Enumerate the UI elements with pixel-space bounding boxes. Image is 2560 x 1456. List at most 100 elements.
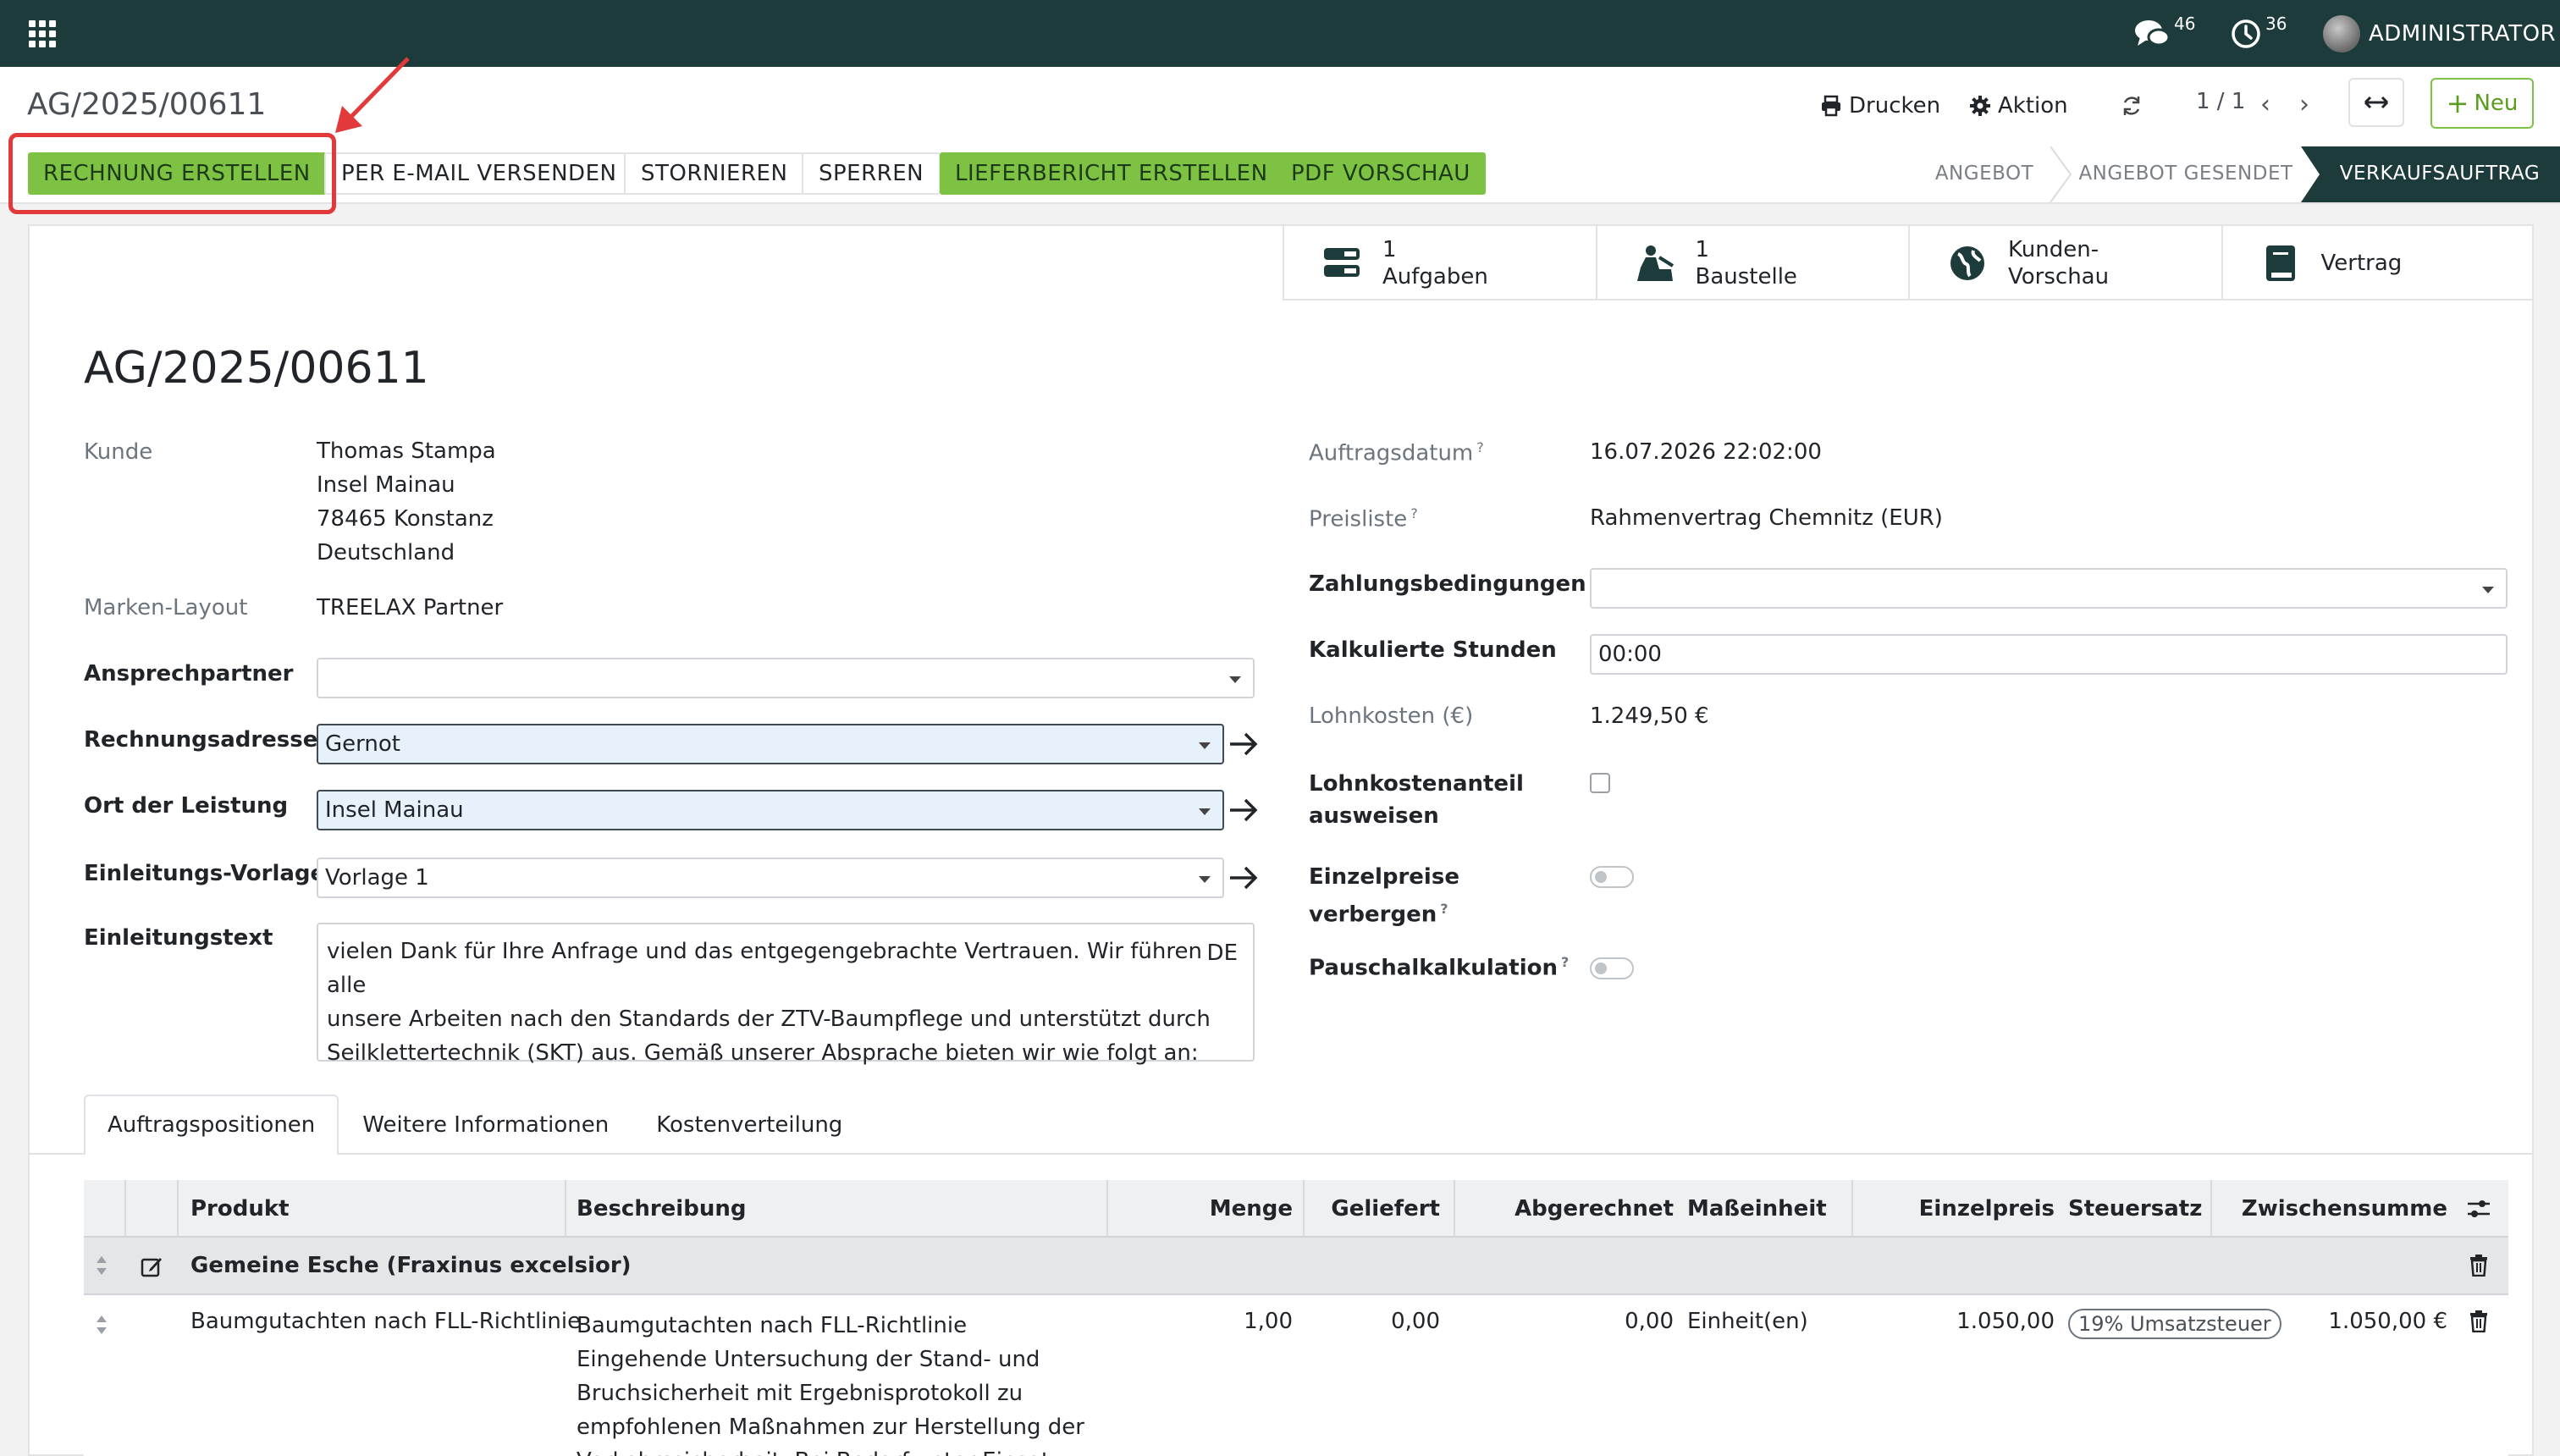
open-record-arrow-icon[interactable] xyxy=(1227,793,1261,827)
stage-sales-order[interactable]: VERKAUFSAUFTRAG xyxy=(2320,146,2560,201)
help-icon[interactable]: ? xyxy=(1476,439,1484,455)
edit-icon[interactable] xyxy=(140,1255,163,1278)
open-record-arrow-icon[interactable] xyxy=(1227,727,1261,761)
messages-button[interactable]: 46 xyxy=(2133,14,2195,54)
page-title: AG/2025/00611 xyxy=(84,343,429,394)
activities-button[interactable]: 36 xyxy=(2230,14,2287,54)
refresh-icon xyxy=(2123,97,2140,115)
contact-field[interactable] xyxy=(317,658,1255,698)
cancel-order-button[interactable]: STORNIEREN xyxy=(624,152,805,195)
expand-view-button[interactable] xyxy=(2348,78,2404,127)
row-description[interactable]: Baumgutachten nach FLL-Richtlinie Eingeh… xyxy=(577,1309,1101,1456)
globe-icon xyxy=(1945,241,1989,285)
apps-menu-icon[interactable] xyxy=(29,20,56,47)
column-invoiced[interactable]: Abgerechnet xyxy=(1455,1180,1674,1238)
create-delivery-report-button[interactable]: LIEFERBERICHT ERSTELLEN xyxy=(940,152,1283,195)
arrows-horizontal-icon xyxy=(2364,96,2389,109)
trash-icon[interactable] xyxy=(2469,1255,2488,1277)
pager-previous-icon[interactable]: ‹ xyxy=(2248,87,2282,121)
tab-order-lines[interactable]: Auftragspositionen xyxy=(84,1095,339,1155)
pdf-preview-button[interactable]: PDF VORSCHAU xyxy=(1276,152,1486,195)
form-sheet: 1 Aufgaben 1 Baustelle Kunden- Vorschau … xyxy=(28,224,2534,1456)
tasks-icon xyxy=(1320,241,1364,285)
customer-label: Kunde xyxy=(84,439,153,465)
brand-layout-value[interactable]: TREELAX Partner xyxy=(317,595,503,620)
hide-unit-prices-toggle[interactable] xyxy=(1590,866,1634,888)
reload-button[interactable] xyxy=(2120,87,2150,124)
site-smart-button[interactable]: 1 Baustelle xyxy=(1595,226,1909,301)
action-label: Aktion xyxy=(1998,93,2068,119)
user-menu[interactable]: ADMINISTRATOR xyxy=(2323,14,2556,54)
column-subtotal[interactable]: Zwischensumme xyxy=(2212,1180,2447,1238)
language-button[interactable]: DE xyxy=(1207,936,1238,970)
drag-handle-icon[interactable] xyxy=(94,1255,109,1277)
labor-share-checkbox[interactable] xyxy=(1590,773,1610,793)
lock-order-button[interactable]: SPERREN xyxy=(802,152,941,195)
payment-terms-field[interactable] xyxy=(1590,568,2508,609)
column-delivered[interactable]: Geliefert xyxy=(1305,1180,1440,1238)
column-unit-of-measure[interactable]: Maßeinheit xyxy=(1687,1180,1827,1238)
column-tax[interactable]: Steuersatz xyxy=(2068,1180,2202,1238)
row-quantity[interactable]: 1,00 xyxy=(1108,1309,1293,1334)
contact-label: Ansprechpartner xyxy=(84,661,294,687)
help-icon[interactable]: ? xyxy=(1410,505,1418,521)
plus-icon: + xyxy=(2446,87,2469,119)
action-button[interactable]: Aktion xyxy=(1969,87,2068,124)
tab-other-info[interactable]: Weitere Informationen xyxy=(339,1095,632,1155)
pricelist-value[interactable]: Rahmenvertrag Chemnitz (EUR) xyxy=(1590,505,1943,531)
order-date-value[interactable]: 16.07.2026 22:02:00 xyxy=(1590,439,1822,465)
section-title: Gemeine Esche (Fraxinus excelsior) xyxy=(190,1253,632,1278)
column-unit-price[interactable]: Einzelpreis xyxy=(1853,1180,2055,1238)
print-label: Drucken xyxy=(1849,93,1941,119)
send-email-button[interactable]: PER E-MAIL VERSENDEN xyxy=(324,152,634,195)
user-name: ADMINISTRATOR xyxy=(2369,21,2557,47)
pager-value[interactable]: 1 / 1 xyxy=(2196,89,2245,114)
help-icon[interactable]: ? xyxy=(1561,954,1569,970)
notebook-tabs: Auftragspositionen Weitere Informationen… xyxy=(84,1095,866,1155)
customer-name: Thomas Stampa xyxy=(317,438,496,464)
intro-text-field[interactable]: vielen Dank für Ihre Anfrage und das ent… xyxy=(317,923,1255,1066)
table-row[interactable]: Baumgutachten nach FLL-Richtlinie Baumgu… xyxy=(84,1295,2508,1456)
labor-share-label: Lohnkostenanteil ausweisen xyxy=(1309,771,1524,829)
chevron-down-icon xyxy=(1199,742,1211,749)
customer-preview-smart-button[interactable]: Kunden- Vorschau xyxy=(1908,226,2221,301)
help-icon[interactable]: ? xyxy=(1440,901,1448,917)
calculated-hours-label: Kalkulierte Stunden xyxy=(1309,637,1557,663)
trash-icon[interactable] xyxy=(2469,1310,2488,1332)
customer-city: 78465 Konstanz xyxy=(317,506,494,532)
drag-handle-icon[interactable] xyxy=(94,1314,109,1336)
row-unit-of-measure[interactable]: Einheit(en) xyxy=(1687,1309,1808,1334)
invoice-address-field[interactable]: Gernot xyxy=(317,724,1224,764)
customer-address[interactable]: Thomas Stampa Insel Mainau 78465 Konstan… xyxy=(317,434,496,570)
new-record-button[interactable]: + Neu xyxy=(2430,78,2534,129)
customer-street: Insel Mainau xyxy=(317,472,455,498)
intro-template-field[interactable]: Vorlage 1 xyxy=(317,858,1224,898)
open-record-arrow-icon[interactable] xyxy=(1227,861,1261,895)
stage-quotation[interactable]: ANGEBOT xyxy=(1912,146,2057,201)
contract-label: Vertrag xyxy=(2320,251,2403,276)
calculated-hours-field[interactable]: 00:00 xyxy=(1590,634,2508,675)
column-description[interactable]: Beschreibung xyxy=(577,1180,746,1238)
print-button[interactable]: Drucken xyxy=(1820,87,1940,124)
breadcrumb[interactable]: AG/2025/00611 xyxy=(27,87,266,122)
pager-next-icon[interactable]: › xyxy=(2287,87,2321,121)
column-settings-icon[interactable] xyxy=(2466,1197,2491,1221)
row-delivered[interactable]: 0,00 xyxy=(1305,1309,1440,1334)
chat-icon xyxy=(2135,20,2171,47)
book-icon xyxy=(2259,241,2303,285)
tasks-smart-button[interactable]: 1 Aufgaben xyxy=(1283,226,1596,301)
flat-calculation-toggle[interactable] xyxy=(1590,957,1634,979)
row-unit-price[interactable]: 1.050,00 xyxy=(1853,1309,2055,1334)
place-of-service-field[interactable]: Insel Mainau xyxy=(317,790,1224,830)
stage-quotation-sent[interactable]: ANGEBOT GESENDET xyxy=(2071,146,2301,201)
calculated-hours-value: 00:00 xyxy=(1598,642,1662,667)
chevron-down-icon xyxy=(2482,587,2494,593)
tab-cost-distribution[interactable]: Kostenverteilung xyxy=(632,1095,866,1155)
contract-smart-button[interactable]: Vertrag xyxy=(2221,226,2535,301)
intro-text-line: Seilklettertechnik (SKT) aus. Gemäß unse… xyxy=(327,1040,1199,1066)
row-product[interactable]: Baumgutachten nach FLL-Richtlinie xyxy=(190,1309,581,1334)
table-section-row[interactable]: Gemeine Esche (Fraxinus excelsior) xyxy=(84,1238,2508,1295)
column-quantity[interactable]: Menge xyxy=(1108,1180,1293,1238)
new-label: Neu xyxy=(2474,91,2519,116)
column-product[interactable]: Produkt xyxy=(190,1180,290,1238)
